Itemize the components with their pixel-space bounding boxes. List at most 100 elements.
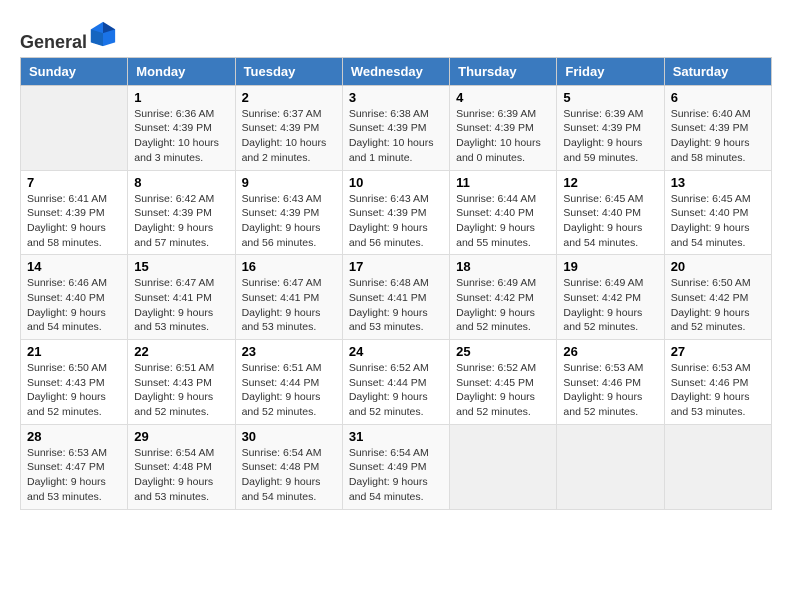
day-number: 19	[563, 259, 657, 274]
logo-icon	[89, 20, 117, 48]
day-info: Sunrise: 6:43 AMSunset: 4:39 PMDaylight:…	[349, 192, 443, 251]
calendar-body: 1 Sunrise: 6:36 AMSunset: 4:39 PMDaylight…	[21, 85, 772, 509]
calendar-cell	[21, 85, 128, 170]
calendar-cell: 27Sunrise: 6:53 AMSunset: 4:46 PMDayligh…	[664, 340, 771, 425]
calendar-cell: 24 Sunrise: 6:52 AMSunset: 4:44 PMDayligh…	[342, 340, 449, 425]
day-info: Sunrise: 6:53 AMSunset: 4:47 PMDaylight:…	[27, 446, 121, 505]
calendar-cell: 7 Sunrise: 6:41 AMSunset: 4:39 PMDaylight…	[21, 170, 128, 255]
day-info: Sunrise: 6:43 AMSunset: 4:39 PMDaylight:…	[242, 192, 336, 251]
calendar-cell: 3Sunrise: 6:38 AMSunset: 4:39 PMDaylight…	[342, 85, 449, 170]
day-number: 10	[349, 175, 443, 190]
day-info: Sunrise: 6:45 AMSunset: 4:40 PMDaylight:…	[671, 192, 765, 251]
calendar-cell: 16 Sunrise: 6:47 AMSunset: 4:41 PMDayligh…	[235, 255, 342, 340]
logo: General	[20, 20, 117, 47]
calendar-cell: 28 Sunrise: 6:53 AMSunset: 4:47 PMDayligh…	[21, 424, 128, 509]
day-info: Sunrise: 6:44 AMSunset: 4:40 PMDaylight:…	[456, 192, 550, 251]
day-info: Sunrise: 6:54 AMSunset: 4:48 PMDaylight:…	[134, 446, 228, 505]
day-number: 30	[242, 429, 336, 444]
day-info: Sunrise: 6:50 AMSunset: 4:42 PMDaylight:…	[671, 276, 765, 335]
calendar-week-row: 1 Sunrise: 6:36 AMSunset: 4:39 PMDaylight…	[21, 85, 772, 170]
logo-general: General	[20, 32, 87, 52]
day-number: 7	[27, 175, 121, 190]
day-header-friday: Friday	[557, 57, 664, 85]
day-info: Sunrise: 6:37 AMSunset: 4:39 PMDaylight:…	[242, 107, 336, 166]
day-header-thursday: Thursday	[450, 57, 557, 85]
day-number: 20	[671, 259, 765, 274]
day-info: Sunrise: 6:41 AMSunset: 4:39 PMDaylight:…	[27, 192, 121, 251]
calendar-cell: 14 Sunrise: 6:46 AMSunset: 4:40 PMDayligh…	[21, 255, 128, 340]
day-number: 21	[27, 344, 121, 359]
day-info: Sunrise: 6:46 AMSunset: 4:40 PMDaylight:…	[27, 276, 121, 335]
day-number: 5	[563, 90, 657, 105]
calendar-week-row: 21 Sunrise: 6:50 AMSunset: 4:43 PMDayligh…	[21, 340, 772, 425]
calendar-cell: 21 Sunrise: 6:50 AMSunset: 4:43 PMDayligh…	[21, 340, 128, 425]
day-number: 24	[349, 344, 443, 359]
day-number: 11	[456, 175, 550, 190]
day-number: 25	[456, 344, 550, 359]
day-number: 15	[134, 259, 228, 274]
day-number: 4	[456, 90, 550, 105]
calendar-cell: 5 Sunrise: 6:39 AMSunset: 4:39 PMDaylight…	[557, 85, 664, 170]
day-number: 1	[134, 90, 228, 105]
day-info: Sunrise: 6:47 AMSunset: 4:41 PMDaylight:…	[242, 276, 336, 335]
day-number: 31	[349, 429, 443, 444]
day-info: Sunrise: 6:39 AMSunset: 4:39 PMDaylight:…	[563, 107, 657, 166]
day-info: Sunrise: 6:48 AMSunset: 4:41 PMDaylight:…	[349, 276, 443, 335]
day-info: Sunrise: 6:49 AMSunset: 4:42 PMDaylight:…	[456, 276, 550, 335]
day-number: 14	[27, 259, 121, 274]
calendar-table: SundayMondayTuesdayWednesdayThursdayFrid…	[20, 57, 772, 510]
day-info: Sunrise: 6:38 AMSunset: 4:39 PMDaylight:…	[349, 107, 443, 166]
calendar-cell: 18Sunrise: 6:49 AMSunset: 4:42 PMDayligh…	[450, 255, 557, 340]
calendar-cell: 12 Sunrise: 6:45 AMSunset: 4:40 PMDayligh…	[557, 170, 664, 255]
calendar-cell: 22 Sunrise: 6:51 AMSunset: 4:43 PMDayligh…	[128, 340, 235, 425]
day-number: 22	[134, 344, 228, 359]
calendar-cell: 6Sunrise: 6:40 AMSunset: 4:39 PMDaylight…	[664, 85, 771, 170]
calendar-cell: 23Sunrise: 6:51 AMSunset: 4:44 PMDayligh…	[235, 340, 342, 425]
day-number: 17	[349, 259, 443, 274]
day-number: 16	[242, 259, 336, 274]
calendar-cell: 10 Sunrise: 6:43 AMSunset: 4:39 PMDayligh…	[342, 170, 449, 255]
day-number: 9	[242, 175, 336, 190]
calendar-cell: 19 Sunrise: 6:49 AMSunset: 4:42 PMDayligh…	[557, 255, 664, 340]
calendar-cell: 4Sunrise: 6:39 AMSunset: 4:39 PMDaylight…	[450, 85, 557, 170]
calendar-cell: 11 Sunrise: 6:44 AMSunset: 4:40 PMDayligh…	[450, 170, 557, 255]
day-info: Sunrise: 6:40 AMSunset: 4:39 PMDaylight:…	[671, 107, 765, 166]
calendar-cell: 1 Sunrise: 6:36 AMSunset: 4:39 PMDaylight…	[128, 85, 235, 170]
day-info: Sunrise: 6:50 AMSunset: 4:43 PMDaylight:…	[27, 361, 121, 420]
calendar-week-row: 28 Sunrise: 6:53 AMSunset: 4:47 PMDayligh…	[21, 424, 772, 509]
day-header-sunday: Sunday	[21, 57, 128, 85]
day-info: Sunrise: 6:36 AMSunset: 4:39 PMDaylight:…	[134, 107, 228, 166]
calendar-cell: 17 Sunrise: 6:48 AMSunset: 4:41 PMDayligh…	[342, 255, 449, 340]
calendar-cell	[450, 424, 557, 509]
day-header-wednesday: Wednesday	[342, 57, 449, 85]
day-info: Sunrise: 6:45 AMSunset: 4:40 PMDaylight:…	[563, 192, 657, 251]
calendar-cell: 15Sunrise: 6:47 AMSunset: 4:41 PMDayligh…	[128, 255, 235, 340]
day-number: 13	[671, 175, 765, 190]
calendar-cell: 20 Sunrise: 6:50 AMSunset: 4:42 PMDayligh…	[664, 255, 771, 340]
day-number: 28	[27, 429, 121, 444]
day-info: Sunrise: 6:51 AMSunset: 4:43 PMDaylight:…	[134, 361, 228, 420]
calendar-cell: 13 Sunrise: 6:45 AMSunset: 4:40 PMDayligh…	[664, 170, 771, 255]
calendar-cell: 8Sunrise: 6:42 AMSunset: 4:39 PMDaylight…	[128, 170, 235, 255]
day-info: Sunrise: 6:53 AMSunset: 4:46 PMDaylight:…	[671, 361, 765, 420]
day-number: 12	[563, 175, 657, 190]
page-header: General	[20, 20, 772, 47]
day-info: Sunrise: 6:52 AMSunset: 4:45 PMDaylight:…	[456, 361, 550, 420]
calendar-cell: 25 Sunrise: 6:52 AMSunset: 4:45 PMDayligh…	[450, 340, 557, 425]
day-info: Sunrise: 6:52 AMSunset: 4:44 PMDaylight:…	[349, 361, 443, 420]
calendar-cell	[664, 424, 771, 509]
calendar-header-row: SundayMondayTuesdayWednesdayThursdayFrid…	[21, 57, 772, 85]
calendar-week-row: 7 Sunrise: 6:41 AMSunset: 4:39 PMDaylight…	[21, 170, 772, 255]
day-number: 26	[563, 344, 657, 359]
day-info: Sunrise: 6:54 AMSunset: 4:49 PMDaylight:…	[349, 446, 443, 505]
day-number: 29	[134, 429, 228, 444]
day-number: 2	[242, 90, 336, 105]
day-info: Sunrise: 6:53 AMSunset: 4:46 PMDaylight:…	[563, 361, 657, 420]
day-info: Sunrise: 6:54 AMSunset: 4:48 PMDaylight:…	[242, 446, 336, 505]
day-header-monday: Monday	[128, 57, 235, 85]
day-info: Sunrise: 6:49 AMSunset: 4:42 PMDaylight:…	[563, 276, 657, 335]
calendar-cell: 30 Sunrise: 6:54 AMSunset: 4:48 PMDayligh…	[235, 424, 342, 509]
calendar-cell: 29 Sunrise: 6:54 AMSunset: 4:48 PMDayligh…	[128, 424, 235, 509]
day-info: Sunrise: 6:42 AMSunset: 4:39 PMDaylight:…	[134, 192, 228, 251]
calendar-week-row: 14 Sunrise: 6:46 AMSunset: 4:40 PMDayligh…	[21, 255, 772, 340]
